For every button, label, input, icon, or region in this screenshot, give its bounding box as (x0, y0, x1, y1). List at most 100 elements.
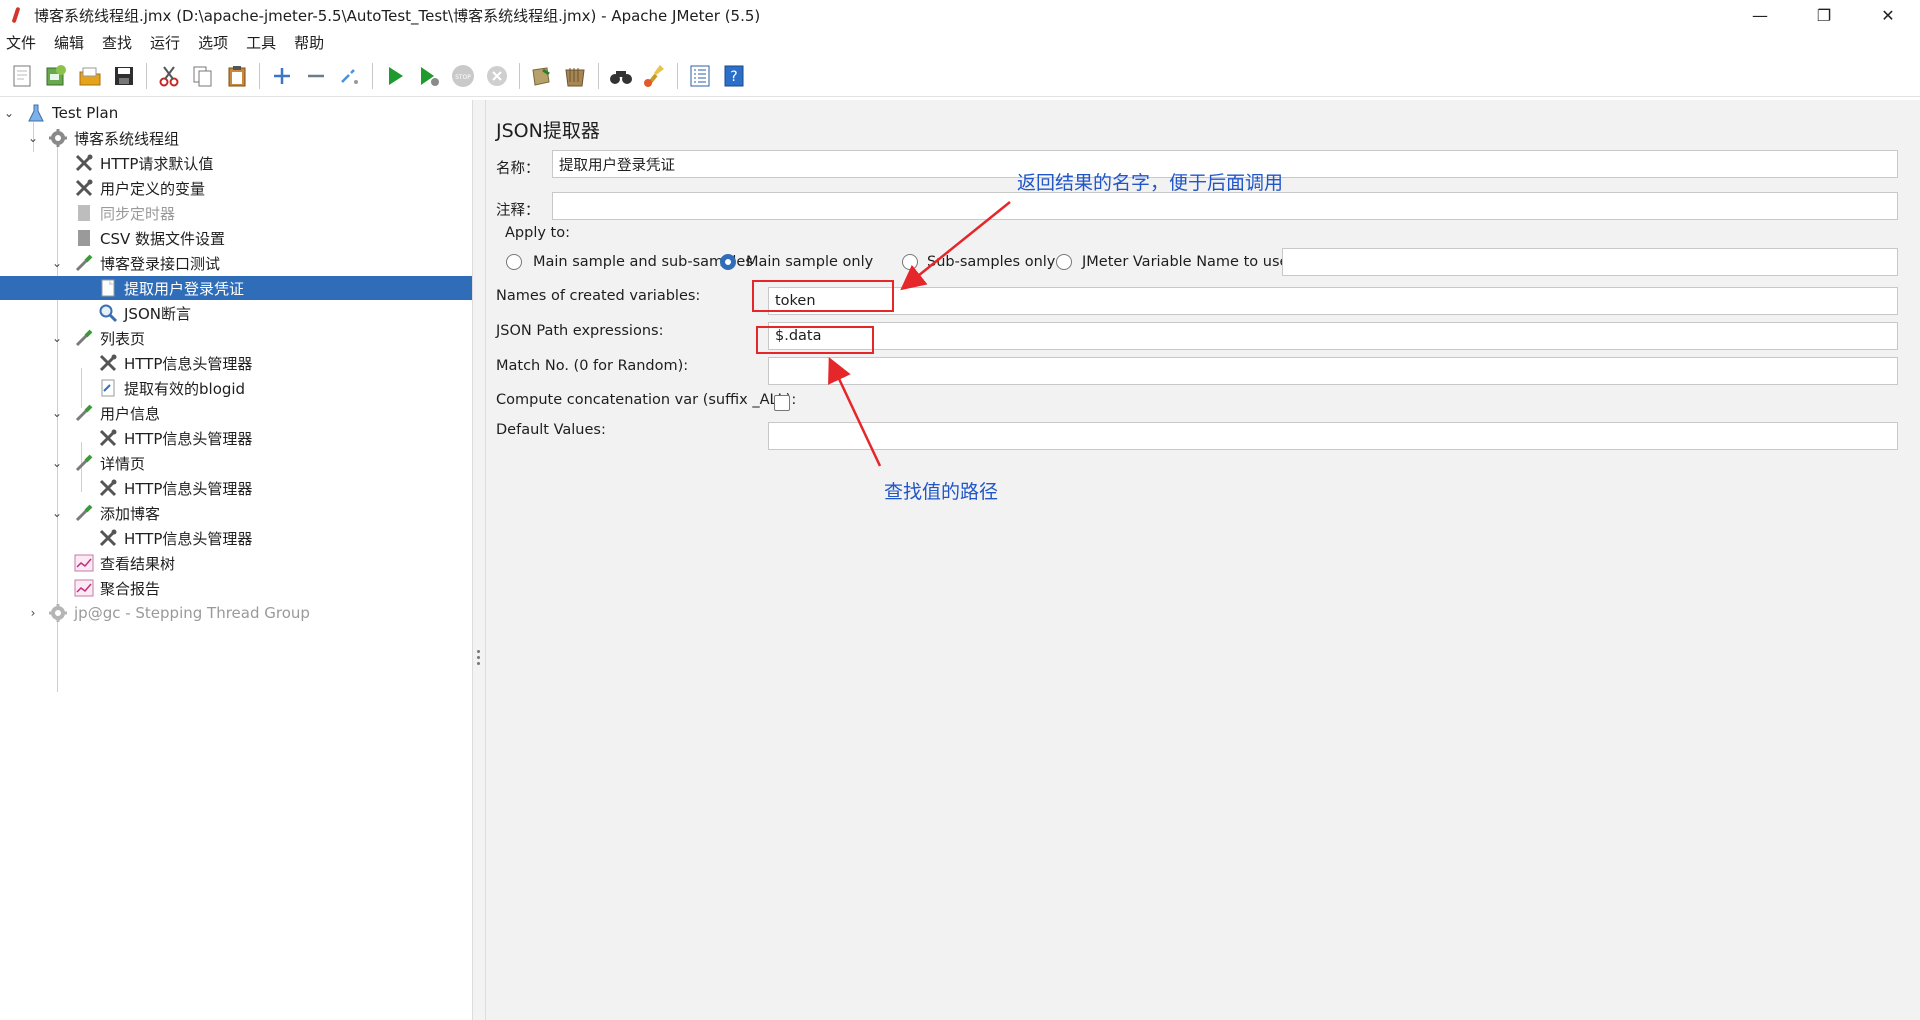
jmeter-variable-field[interactable] (1282, 248, 1898, 276)
menu-tools[interactable]: 工具 (237, 32, 285, 53)
chevron-down-icon[interactable]: ⌄ (50, 451, 64, 475)
apply-jmeter-variable-radio[interactable] (1056, 254, 1072, 270)
menu-options[interactable]: 选项 (189, 32, 237, 53)
apply-main-and-sub-radio[interactable] (506, 254, 522, 270)
tree-node-http-defaults[interactable]: HTTP请求默认值 (74, 151, 213, 175)
graph-icon (74, 578, 94, 598)
chevron-down-icon[interactable]: ⌄ (50, 501, 64, 525)
apply-main-only-radio[interactable] (720, 254, 736, 270)
restore-button[interactable]: ❐ (1792, 0, 1856, 30)
menu-search[interactable]: 查找 (93, 32, 141, 53)
tree-node-header-manager[interactable]: HTTP信息头管理器 (98, 476, 252, 500)
tree-node-label: HTTP信息头管理器 (124, 529, 253, 548)
variable-names-field[interactable]: token (768, 287, 1898, 315)
toolbar: STOP ? (0, 56, 1920, 97)
toggle-icon[interactable] (336, 62, 364, 90)
flask-icon (26, 103, 46, 123)
function-helper-icon[interactable] (686, 62, 714, 90)
menu-run[interactable]: 运行 (141, 32, 189, 53)
tree-node-thread-group[interactable]: 博客系统线程组 (48, 126, 179, 150)
apply-sub-only-radio[interactable] (902, 254, 918, 270)
tree-node-label: HTTP信息头管理器 (124, 479, 253, 498)
paste-icon[interactable] (223, 62, 251, 90)
stop-icon[interactable]: STOP (449, 62, 477, 90)
search-icon[interactable] (607, 62, 635, 90)
match-no-label: Match No. (0 for Random): (496, 358, 689, 374)
json-path-label: JSON Path expressions: (496, 323, 664, 339)
expand-icon[interactable] (268, 62, 296, 90)
menu-help[interactable]: 帮助 (285, 32, 333, 53)
templates-icon[interactable] (42, 62, 70, 90)
highlight-box-variable-names (752, 280, 894, 312)
split-pane-divider[interactable] (473, 100, 486, 1020)
wrench-icon (98, 353, 118, 373)
collapse-icon[interactable] (302, 62, 330, 90)
toolbar-separator (259, 63, 260, 89)
chevron-down-icon[interactable]: ⌄ (50, 251, 64, 275)
cut-icon[interactable] (155, 62, 183, 90)
menu-bar: 文件 编辑 查找 运行 选项 工具 帮助 (0, 30, 1920, 54)
chevron-down-icon[interactable]: ⌄ (50, 401, 64, 425)
svg-text:STOP: STOP (455, 74, 471, 81)
window-title: 博客系统线程组.jmx (D:\apache-jmeter-5.5\AutoTe… (34, 6, 761, 25)
splitter-grip-icon (477, 650, 481, 666)
tree-node-label: CSV 数据文件设置 (100, 229, 226, 248)
clear-all-icon[interactable] (562, 62, 590, 90)
concat-checkbox[interactable] (774, 395, 790, 411)
tree-node-json-assertion[interactable]: JSON断言 (98, 301, 191, 325)
chevron-down-icon[interactable]: ⌄ (26, 126, 40, 150)
toolbar-separator (372, 63, 373, 89)
open-icon[interactable] (76, 62, 104, 90)
tree-node-stepping-thread-group[interactable]: jp@gc - Stepping Thread Group (48, 601, 310, 625)
close-button[interactable]: ✕ (1856, 0, 1920, 30)
tree-node-aggregate-report[interactable]: 聚合报告 (74, 576, 160, 600)
new-icon[interactable] (8, 62, 36, 90)
tree-node-results-tree[interactable]: 查看结果树 (74, 551, 175, 575)
tree-node-label: 提取有效的blogid (124, 379, 246, 398)
save-icon[interactable] (110, 62, 138, 90)
tree-node-user-variables[interactable]: 用户定义的变量 (74, 176, 205, 200)
match-no-field[interactable] (768, 357, 1898, 385)
reset-search-icon[interactable] (641, 62, 669, 90)
default-values-label: Default Values: (496, 422, 606, 438)
chevron-right-icon[interactable]: › (26, 601, 40, 625)
menu-file[interactable]: 文件 (0, 32, 45, 53)
tree-node-sync-timer[interactable]: 同步定时器 (74, 201, 175, 225)
start-icon[interactable] (381, 62, 409, 90)
tree-node-test-plan[interactable]: Test Plan (26, 101, 118, 125)
chevron-down-icon[interactable]: ⌄ (50, 326, 64, 350)
tree-node-login-sampler[interactable]: 博客登录接口测试 (74, 251, 220, 275)
tree-node-user-info[interactable]: 用户信息 (74, 401, 160, 425)
toolbar-separator (598, 63, 599, 89)
copy-icon[interactable] (189, 62, 217, 90)
tree-node-header-manager[interactable]: HTTP信息头管理器 (98, 351, 252, 375)
minimize-button[interactable]: — (1728, 0, 1792, 30)
annotation-json-path: 查找值的路径 (884, 481, 999, 503)
clear-icon[interactable] (528, 62, 556, 90)
json-path-field[interactable]: $.data (768, 322, 1898, 350)
tree-node-add-blog[interactable]: 添加博客 (74, 501, 160, 525)
menu-edit[interactable]: 编辑 (45, 32, 93, 53)
tree-node-label: 查看结果树 (100, 554, 176, 573)
tree-node-label: 博客系统线程组 (74, 129, 180, 148)
comment-field[interactable] (552, 192, 1898, 220)
tree-node-json-extractor-selected[interactable]: 提取用户登录凭证 (0, 276, 472, 300)
tree-node-extract-blogid[interactable]: 提取有效的blogid (98, 376, 245, 400)
wrench-icon (74, 178, 94, 198)
jmeter-feather-icon (8, 7, 24, 23)
tree-node-label: 添加博客 (100, 504, 161, 523)
toolbar-separator (146, 63, 147, 89)
tree-node-header-manager[interactable]: HTTP信息头管理器 (98, 426, 252, 450)
tree-node-label: 聚合报告 (100, 579, 161, 598)
tree-node-label: JSON断言 (124, 304, 191, 323)
chevron-down-icon[interactable]: ⌄ (2, 101, 16, 125)
tree-node-header-manager[interactable]: HTTP信息头管理器 (98, 526, 252, 550)
shutdown-icon[interactable] (483, 62, 511, 90)
gear-icon (48, 603, 68, 623)
start-no-pause-icon[interactable] (415, 62, 443, 90)
default-values-field[interactable] (768, 422, 1898, 450)
help-icon[interactable]: ? (720, 62, 748, 90)
tree-node-csv-dataset[interactable]: CSV 数据文件设置 (74, 226, 225, 250)
tree-node-list-page[interactable]: 列表页 (74, 326, 145, 350)
tree-node-detail-page[interactable]: 详情页 (74, 451, 145, 475)
